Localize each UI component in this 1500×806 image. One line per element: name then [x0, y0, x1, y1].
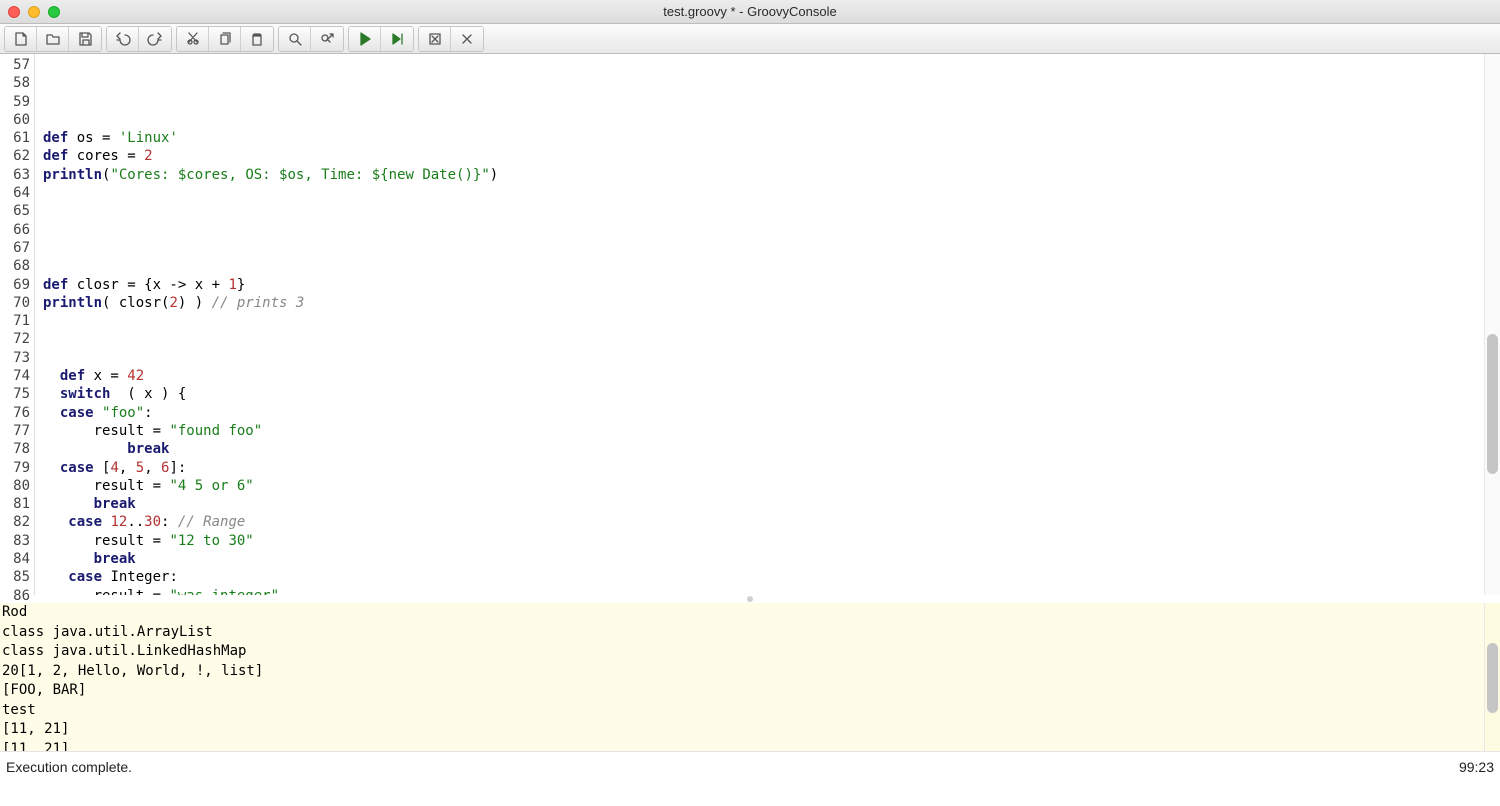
close-window-button[interactable] [8, 6, 20, 18]
replace-icon [319, 31, 335, 47]
interrupt-button[interactable] [451, 27, 483, 51]
toolbar-group [4, 26, 102, 52]
save-file-button[interactable] [69, 27, 101, 51]
run-icon [357, 31, 373, 47]
code-editor[interactable]: def os = 'Linux' def cores = 2 println("… [35, 54, 1500, 595]
redo-icon [147, 31, 163, 47]
find-icon [287, 31, 303, 47]
output-panel[interactable]: Rod class java.util.ArrayList class java… [0, 603, 1500, 751]
new-file-button[interactable] [5, 27, 37, 51]
open-file-button[interactable] [37, 27, 69, 51]
copy-button[interactable] [209, 27, 241, 51]
toolbar-group [278, 26, 344, 52]
toolbar-group [176, 26, 274, 52]
minimize-window-button[interactable] [28, 6, 40, 18]
editor-scrollbar[interactable] [1484, 54, 1500, 595]
toolbar-group [348, 26, 414, 52]
run-selection-icon [389, 31, 405, 47]
new-file-icon [13, 31, 29, 47]
paste-icon [249, 31, 265, 47]
replace-button[interactable] [311, 27, 343, 51]
line-number-gutter: 57 58 59 60 61 62 63 64 65 66 67 68 69 7… [0, 54, 35, 595]
run-button[interactable] [349, 27, 381, 51]
status-message: Execution complete. [6, 759, 132, 775]
caret-position: 99:23 [1459, 759, 1494, 775]
paste-button[interactable] [241, 27, 273, 51]
clear-output-icon [427, 31, 443, 47]
toolbar-group [418, 26, 484, 52]
run-selection-button[interactable] [381, 27, 413, 51]
interrupt-icon [459, 31, 475, 47]
zoom-window-button[interactable] [48, 6, 60, 18]
toolbar-group [106, 26, 172, 52]
save-file-icon [77, 31, 93, 47]
find-button[interactable] [279, 27, 311, 51]
undo-button[interactable] [107, 27, 139, 51]
window-controls [8, 6, 60, 18]
undo-icon [115, 31, 131, 47]
clear-output-button[interactable] [419, 27, 451, 51]
copy-icon [217, 31, 233, 47]
toolbar [0, 24, 1500, 54]
grip-icon [747, 596, 753, 602]
output-scrollbar-thumb[interactable] [1487, 643, 1498, 713]
output-text: Rod class java.util.ArrayList class java… [2, 603, 1500, 751]
titlebar: test.groovy * - GroovyConsole [0, 0, 1500, 24]
output-scrollbar[interactable] [1484, 603, 1500, 751]
splitter-handle[interactable] [0, 595, 1500, 603]
editor-area: 57 58 59 60 61 62 63 64 65 66 67 68 69 7… [0, 54, 1500, 595]
editor-scrollbar-thumb[interactable] [1487, 334, 1498, 474]
window-title: test.groovy * - GroovyConsole [60, 4, 1440, 19]
redo-button[interactable] [139, 27, 171, 51]
status-bar: Execution complete. 99:23 [0, 751, 1500, 782]
open-file-icon [45, 31, 61, 47]
cut-button[interactable] [177, 27, 209, 51]
cut-icon [185, 31, 201, 47]
